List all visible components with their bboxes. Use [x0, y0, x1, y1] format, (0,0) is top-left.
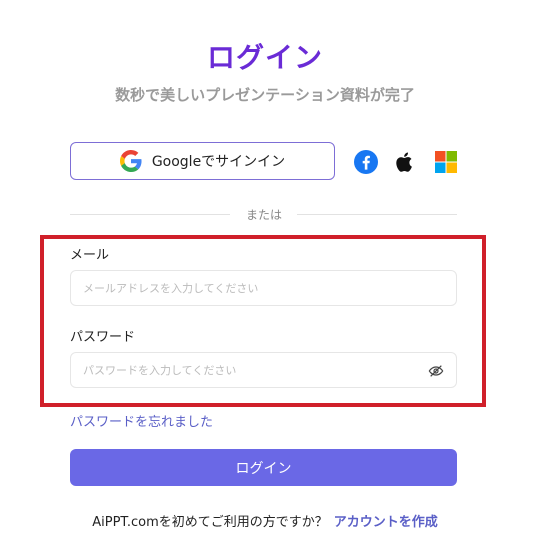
divider-text: または: [245, 208, 282, 222]
signup-prompt-text: AiPPT.comを初めてご利用の方ですか？: [92, 515, 328, 530]
page-title: ログイン: [206, 41, 323, 74]
google-icon: [119, 150, 142, 172]
create-account-link[interactable]: アカウントを作成: [334, 515, 438, 530]
divider-line-left: [70, 214, 230, 215]
microsoft-icon[interactable]: [434, 150, 458, 174]
email-field[interactable]: [71, 271, 456, 305]
facebook-icon[interactable]: [354, 150, 378, 174]
password-field-container: [70, 352, 457, 388]
signup-prompt: AiPPT.comを初めてご利用の方ですか？ アカウントを作成: [0, 511, 530, 530]
eye-off-icon[interactable]: [428, 363, 444, 379]
login-page: ログイン 数秒で美しいプレゼンテーション資料が完了 Googleでサインイン ま…: [0, 0, 536, 545]
email-field-container: [70, 270, 457, 306]
divider-line-right: [297, 214, 457, 215]
google-signin-button[interactable]: Googleでサインイン: [70, 142, 335, 180]
email-label: メール: [70, 248, 110, 263]
password-label: パスワード: [70, 330, 136, 345]
password-field[interactable]: [71, 353, 456, 387]
forgot-password-link[interactable]: パスワードを忘れました: [70, 411, 213, 430]
google-signin-label: Googleでサインイン: [151, 154, 286, 170]
login-button[interactable]: ログイン: [70, 449, 457, 486]
apple-icon[interactable]: [393, 150, 417, 174]
page-subtitle: 数秒で美しいプレゼンテーション資料が完了: [115, 86, 415, 104]
